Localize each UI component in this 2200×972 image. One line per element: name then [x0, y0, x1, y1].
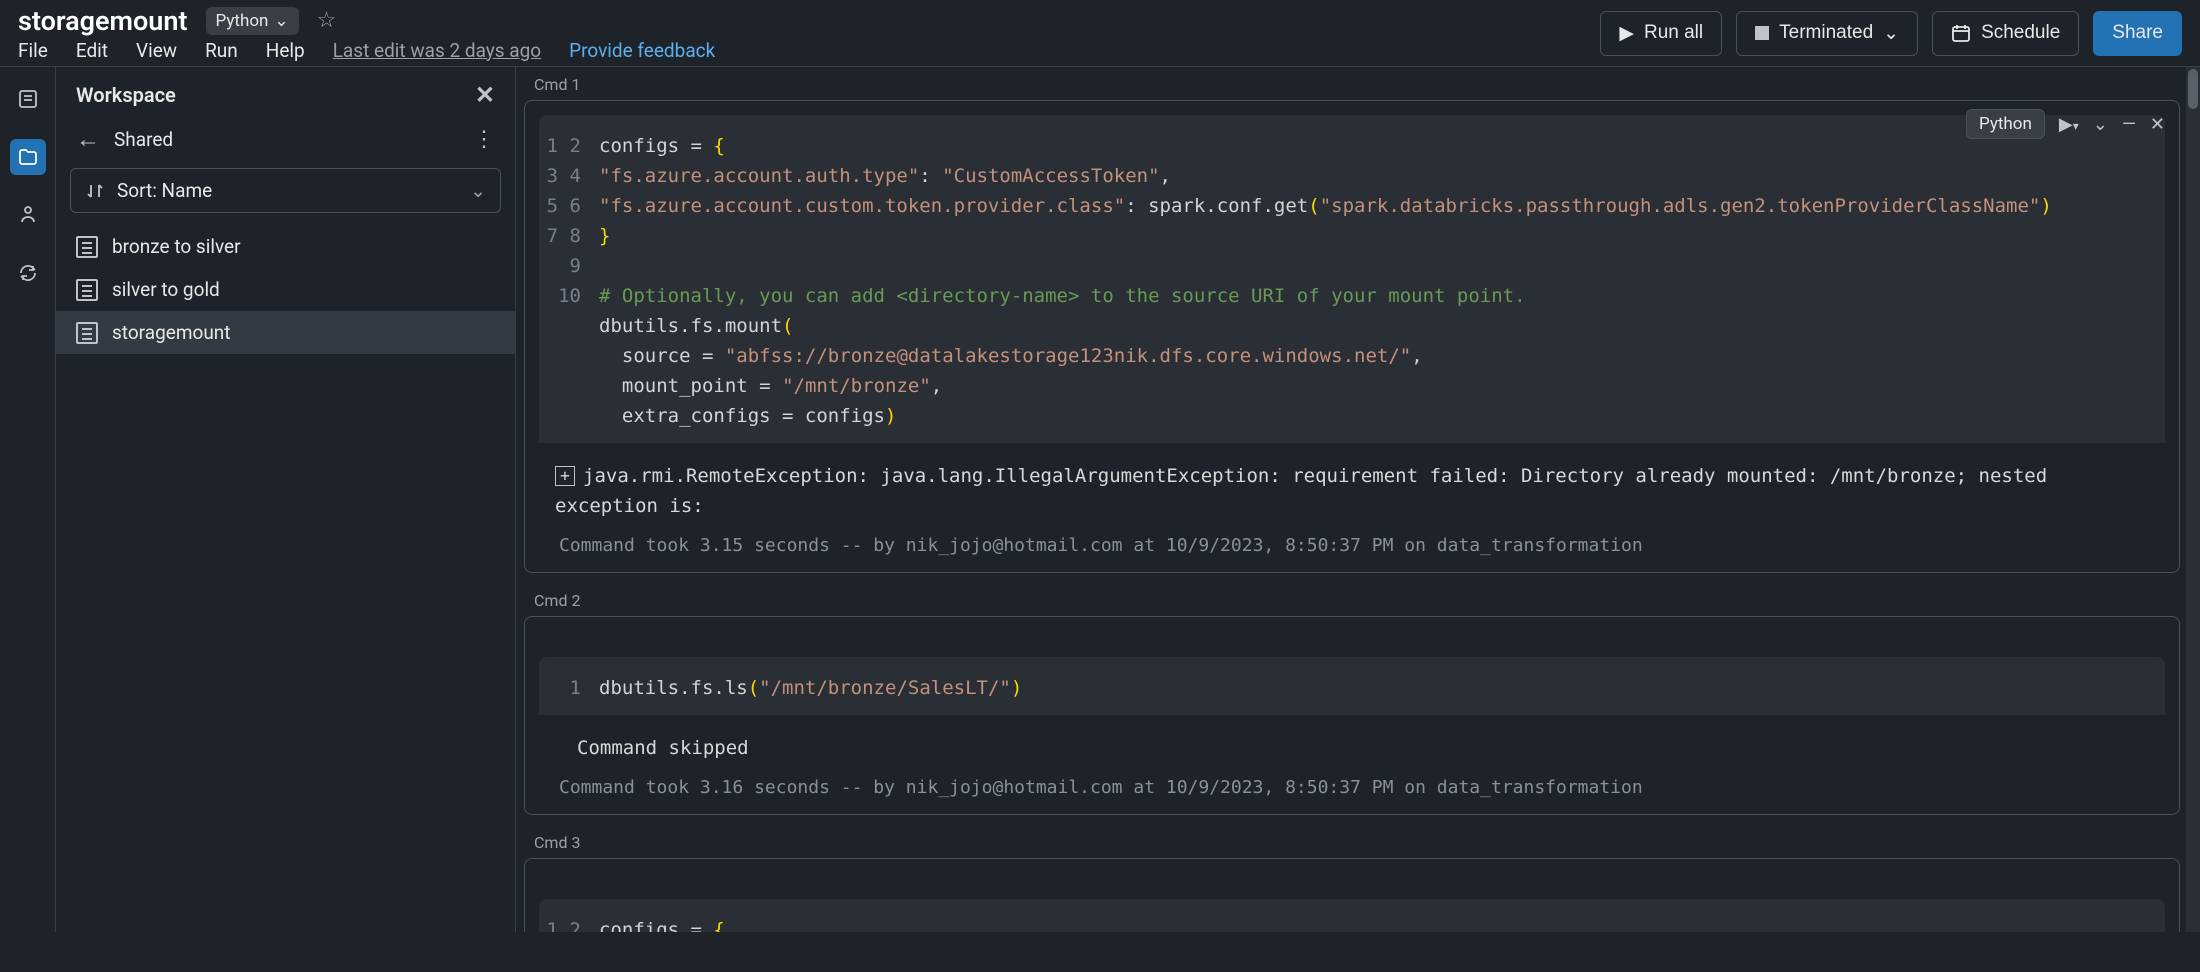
file-item[interactable]: bronze to silver	[56, 225, 515, 268]
share-label: Share	[2112, 22, 2163, 44]
code-content[interactable]: configs = { "fs.azure.account.auth.type"…	[599, 131, 2165, 431]
notebook-icon	[76, 279, 98, 301]
cell-meta: Command took 3.16 seconds -- by nik_jojo…	[525, 769, 2179, 814]
chevron-down-icon[interactable]: ⌄	[2093, 114, 2108, 135]
run-all-button[interactable]: ▶ Run all	[1600, 11, 1722, 56]
notebook-title[interactable]: storagemount	[18, 5, 188, 37]
language-label: Python	[216, 11, 269, 31]
code-content[interactable]: configs = { "fs.azure.account.auth.type"…	[599, 915, 2165, 932]
code-editor[interactable]: 1 2 configs = { "fs.azure.account.auth.t…	[539, 899, 2165, 932]
notebook-icon	[76, 322, 98, 344]
toc-icon[interactable]	[10, 81, 46, 117]
header-bar: storagemount Python ⌄ ☆ File Edit View R…	[0, 0, 2200, 67]
cell-label: Cmd 1	[516, 67, 2192, 100]
schedule-button[interactable]: Schedule	[1932, 11, 2079, 56]
workspace-sidebar: Workspace ✕ ← Shared ⋮ Sort: Name ⌄ bron…	[56, 67, 516, 932]
code-cell[interactable]: 1 dbutils.fs.ls("/mnt/bronze/SalesLT/") …	[524, 616, 2180, 815]
folder-icon[interactable]	[10, 139, 46, 175]
cell-meta: Command took 3.15 seconds -- by nik_jojo…	[525, 527, 2179, 572]
notebook-icon	[76, 236, 98, 258]
variables-icon[interactable]	[10, 197, 46, 233]
line-gutter: 1 2 3 4 5 6 7 8 9 10	[539, 131, 599, 431]
minimize-icon[interactable]: —	[2122, 114, 2136, 135]
scrollbar[interactable]	[2186, 67, 2200, 932]
star-icon[interactable]: ☆	[317, 8, 337, 33]
cell-output: Command skipped	[525, 715, 2179, 769]
chevron-down-icon: ⌄	[274, 11, 288, 31]
code-editor[interactable]: 1 2 3 4 5 6 7 8 9 10 configs = { "fs.azu…	[539, 115, 2165, 443]
run-cell-icon[interactable]: ▶▾	[2059, 114, 2079, 135]
line-gutter: 1 2	[539, 915, 599, 932]
cell-toolbar: Python ▶▾ ⌄ — ✕	[1966, 109, 2165, 139]
menu-file[interactable]: File	[18, 39, 48, 62]
output-text: java.rmi.RemoteException: java.lang.Ille…	[555, 465, 2047, 517]
output-text: Command skipped	[577, 737, 749, 759]
file-item[interactable]: storagemount	[56, 311, 515, 354]
file-name: storagemount	[112, 321, 231, 344]
run-all-label: Run all	[1644, 22, 1703, 44]
menu-view[interactable]: View	[136, 39, 177, 62]
code-content[interactable]: dbutils.fs.ls("/mnt/bronze/SalesLT/")	[599, 673, 2165, 703]
code-editor[interactable]: 1 dbutils.fs.ls("/mnt/bronze/SalesLT/")	[539, 657, 2165, 715]
file-list: bronze to silver silver to gold storagem…	[56, 225, 515, 932]
notebook-area[interactable]: Cmd 1 Python ▶▾ ⌄ — ✕ 1 2 3 4 5 6 7 8 9 …	[516, 67, 2200, 932]
code-cell[interactable]: 1 2 configs = { "fs.azure.account.auth.t…	[524, 858, 2180, 932]
file-name: silver to gold	[112, 278, 220, 301]
cluster-status-button[interactable]: Terminated ⌄	[1736, 11, 1918, 56]
file-name: bronze to silver	[112, 235, 241, 258]
cell-label: Cmd 2	[516, 583, 2192, 616]
file-item[interactable]: silver to gold	[56, 268, 515, 311]
chevron-down-icon: ⌄	[1883, 22, 1899, 45]
calendar-icon	[1951, 23, 1971, 43]
line-gutter: 1	[539, 673, 599, 703]
chevron-down-icon: ⌄	[470, 179, 486, 202]
sort-dropdown[interactable]: Sort: Name ⌄	[70, 168, 501, 213]
back-arrow-icon[interactable]: ←	[76, 125, 100, 154]
sort-label: Sort: Name	[117, 179, 212, 202]
refresh-icon[interactable]	[10, 255, 46, 291]
scrollbar-thumb[interactable]	[2188, 69, 2198, 109]
menu-edit[interactable]: Edit	[76, 39, 108, 62]
kebab-menu-icon[interactable]: ⋮	[473, 127, 495, 152]
cell-label: Cmd 3	[516, 825, 2192, 858]
stop-icon	[1755, 26, 1769, 40]
status-label: Terminated	[1779, 22, 1873, 44]
schedule-label: Schedule	[1981, 22, 2060, 44]
language-selector[interactable]: Python ⌄	[206, 7, 299, 35]
expand-output-icon[interactable]: +	[555, 466, 575, 486]
play-icon: ▶	[1619, 22, 1634, 45]
last-edit-link[interactable]: Last edit was 2 days ago	[333, 39, 541, 62]
breadcrumb[interactable]: Shared	[114, 128, 173, 151]
close-icon[interactable]: ✕	[475, 81, 495, 109]
share-button[interactable]: Share	[2093, 11, 2182, 56]
left-rail	[0, 67, 56, 932]
feedback-link[interactable]: Provide feedback	[569, 39, 715, 62]
cell-output: +java.rmi.RemoteException: java.lang.Ill…	[525, 443, 2179, 527]
close-icon[interactable]: ✕	[2150, 114, 2165, 135]
menu-run[interactable]: Run	[205, 39, 238, 62]
sort-icon	[85, 181, 105, 201]
code-cell[interactable]: Python ▶▾ ⌄ — ✕ 1 2 3 4 5 6 7 8 9 10 con…	[524, 100, 2180, 573]
sidebar-title: Workspace	[76, 83, 176, 107]
menu-help[interactable]: Help	[266, 39, 305, 62]
cell-lang-pill[interactable]: Python	[1966, 109, 2045, 139]
